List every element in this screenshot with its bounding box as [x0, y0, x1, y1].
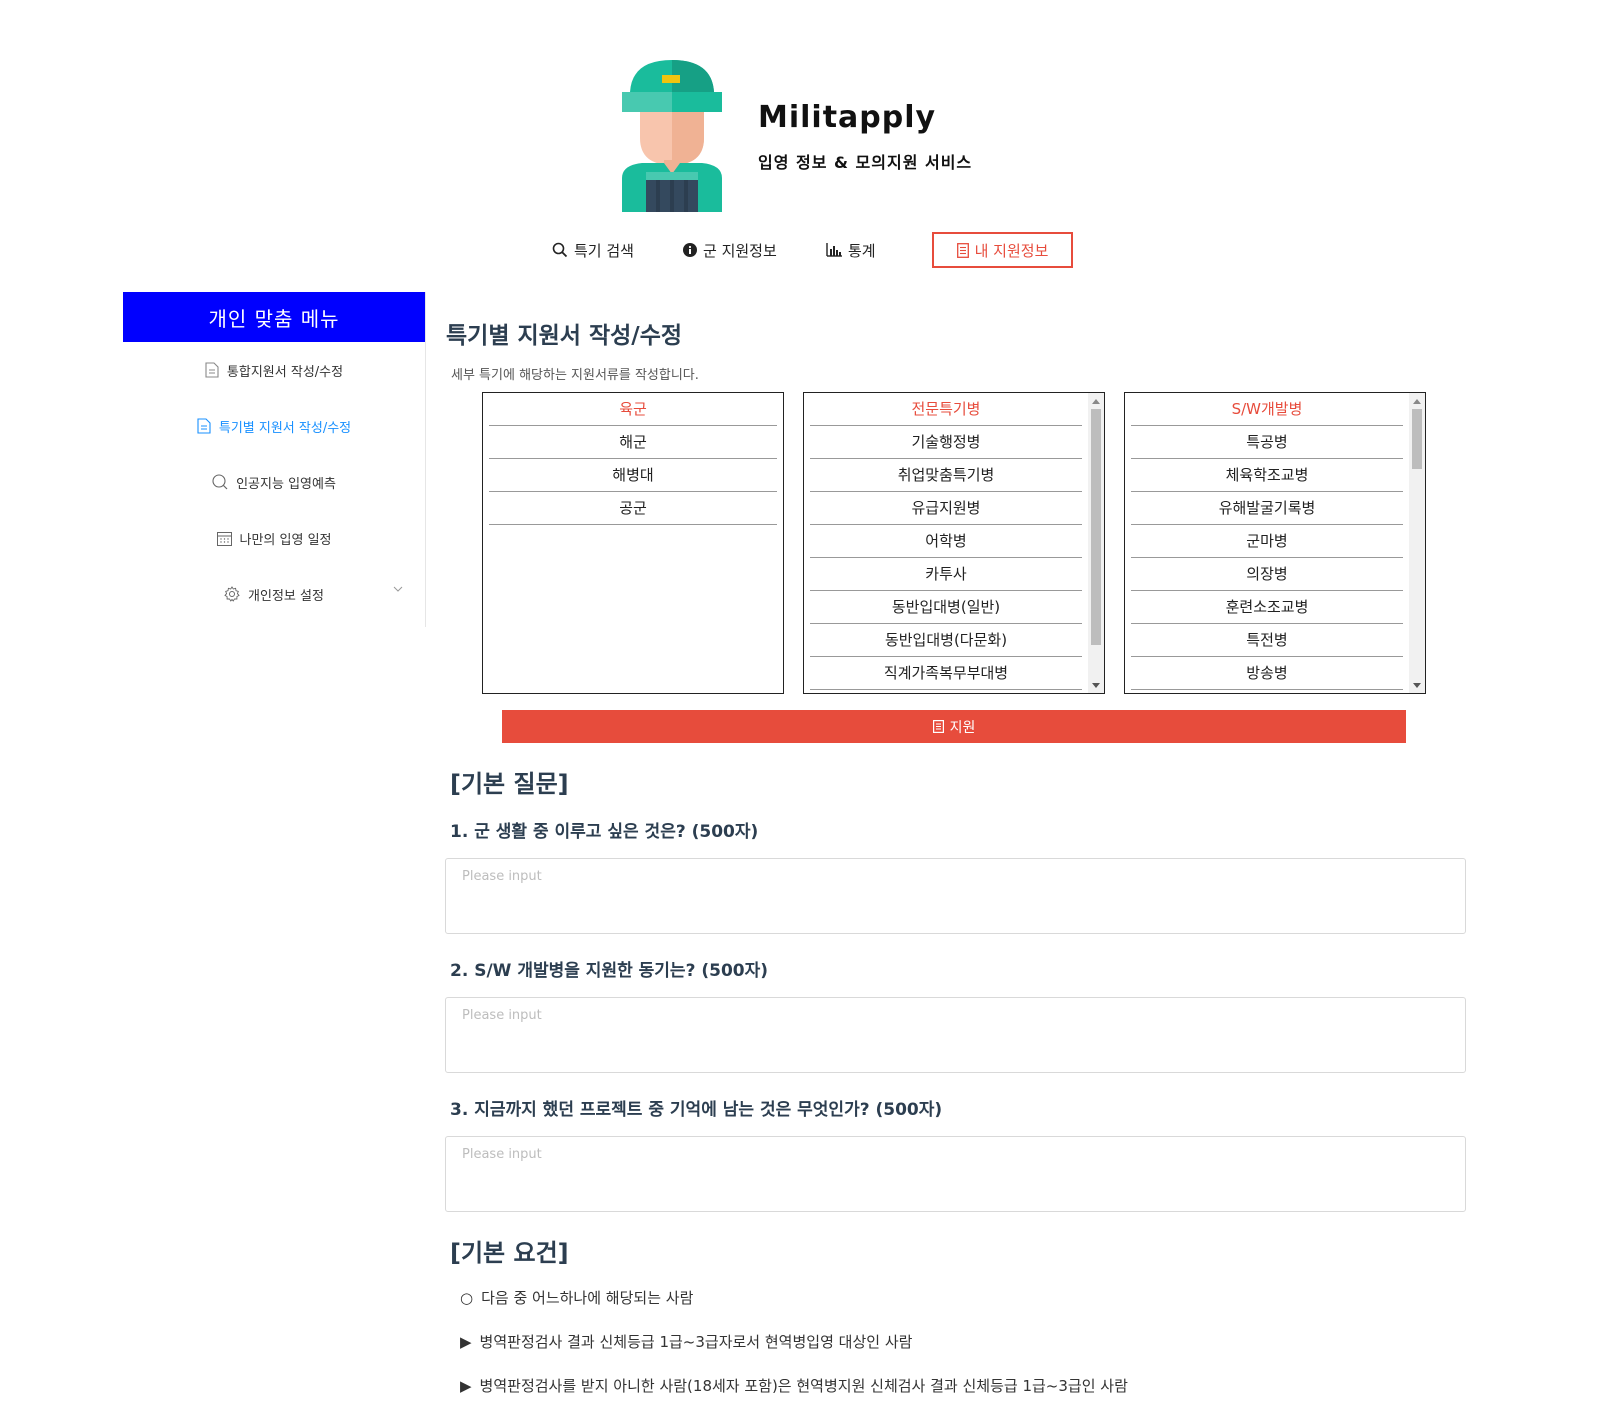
gear-icon — [224, 586, 240, 602]
sidebar-item-integrated-application[interactable]: 통합지원서 작성/수정 — [123, 342, 425, 398]
specialty-option[interactable]: S/W개발병 — [1131, 393, 1403, 426]
branch-option[interactable]: 공군 — [489, 492, 777, 525]
nav-label: 통계 — [848, 241, 876, 260]
brand: Militapply 입영 정보 & 모의지원 서비스 — [758, 100, 972, 173]
question-label: 1. 군 생활 중 이루고 싶은 것은? (500자) — [450, 822, 759, 842]
soldier-logo-icon — [622, 60, 722, 212]
sidebar-header: 개인 맞춤 메뉴 — [123, 292, 425, 342]
page-description: 세부 특기에 해당하는 지원서류를 작성합니다. — [451, 368, 699, 383]
category-option[interactable]: 동반입대병(다문화) — [810, 624, 1082, 657]
specialty-option[interactable]: 훈련소조교병 — [1131, 591, 1403, 624]
apply-button[interactable]: 지원 — [502, 710, 1406, 743]
document-icon — [932, 720, 944, 733]
nav-military-info[interactable]: 군 지원정보 — [683, 232, 777, 268]
category-scrollbar[interactable] — [1088, 393, 1104, 693]
specialty-option[interactable]: 군마병 — [1131, 525, 1403, 558]
chevron-down-icon — [393, 586, 403, 592]
brand-subtitle: 입영 정보 & 모의지원 서비스 — [758, 153, 973, 172]
nav-label: 군 지원정보 — [703, 241, 777, 260]
calendar-icon — [216, 531, 232, 546]
scroll-down-arrow-icon[interactable] — [1409, 677, 1425, 693]
scroll-up-arrow-icon[interactable] — [1088, 393, 1104, 409]
requirement-item: ▶ 병역판정검사 결과 신체등급 1급~3급자로서 현역병입영 대상인 사람 — [460, 1331, 912, 1352]
category-option[interactable]: 동반입대병(일반) — [810, 591, 1082, 624]
sidebar-item-my-schedule[interactable]: 나만의 입영 일정 — [123, 510, 425, 566]
requirements-title: [기본 요건] — [450, 1239, 569, 1267]
requirement-text: 병역판정검사 결과 신체등급 1급~3급자로서 현역병입영 대상인 사람 — [479, 1333, 913, 1351]
nav-my-application[interactable]: 내 지원정보 — [932, 232, 1073, 268]
answer-input-2[interactable] — [445, 997, 1466, 1073]
scroll-down-arrow-icon[interactable] — [1088, 677, 1104, 693]
file-icon — [197, 418, 211, 434]
sidebar-item-ai-prediction[interactable]: 인공지능 입영예측 — [123, 454, 425, 510]
nav-label: 특기 검색 — [574, 241, 634, 260]
category-option[interactable]: 취업맞춤특기병 — [810, 459, 1082, 492]
scroll-up-arrow-icon[interactable] — [1409, 393, 1425, 409]
sidebar-item-label: 인공지능 입영예측 — [236, 476, 336, 492]
search-icon — [552, 242, 568, 258]
category-option[interactable]: 기술행정병 — [810, 426, 1082, 459]
nav-specialty-search[interactable]: 특기 검색 — [552, 232, 634, 268]
sidebar-item-profile-settings[interactable]: 개인정보 설정 — [123, 566, 425, 622]
category-option[interactable]: 직계가족복무부대병 — [810, 657, 1082, 690]
category-option[interactable]: 카투사 — [810, 558, 1082, 591]
bar-chart-icon — [826, 243, 842, 257]
specialty-option[interactable]: 의장병 — [1131, 558, 1403, 591]
sidebar-item-label: 나만의 입영 일정 — [239, 532, 332, 548]
requirement-item: ○ 다음 중 어느하나에 해당되는 사람 — [460, 1287, 693, 1308]
sidebar-item-label: 개인정보 설정 — [248, 588, 324, 604]
brand-name: Militapply — [758, 100, 937, 135]
bullet: ▶ — [460, 1376, 472, 1395]
specialty-scrollbar[interactable] — [1409, 393, 1425, 693]
nav-label: 내 지원정보 — [974, 241, 1049, 260]
logo-avatar — [622, 60, 722, 212]
branch-option[interactable]: 해병대 — [489, 459, 777, 492]
answer-input-3[interactable] — [445, 1136, 1466, 1212]
requirement-item: ▶ 병역판정검사를 받지 아니한 사람(18세자 포함)은 현역병지원 신체검사… — [460, 1375, 1128, 1396]
specialty-option[interactable]: 특전병 — [1131, 624, 1403, 657]
sidebar: 개인 맞춤 메뉴 통합지원서 작성/수정 특기별 지원서 작성/수정 인공지능 … — [123, 292, 426, 627]
specialty-option[interactable]: 체육학조교병 — [1131, 459, 1403, 492]
question-label: 3. 지금까지 했던 프로젝트 중 기억에 남는 것은 무엇인가? (500자) — [450, 1100, 943, 1120]
file-icon — [205, 362, 219, 378]
nav-statistics[interactable]: 통계 — [826, 232, 876, 268]
scroll-thumb[interactable] — [1091, 409, 1101, 645]
question-label: 2. S/W 개발병을 지원한 동기는? (500자) — [450, 961, 769, 981]
category-option[interactable]: 전문특기병 — [810, 393, 1082, 426]
specialty-option[interactable]: 유해발굴기록병 — [1131, 492, 1403, 525]
apply-button-label: 지원 — [949, 719, 976, 736]
branch-option[interactable]: 육군 — [489, 393, 777, 426]
sidebar-item-specialty-application[interactable]: 특기별 지원서 작성/수정 — [123, 398, 425, 454]
requirement-text: 병역판정검사를 받지 아니한 사람(18세자 포함)은 현역병지원 신체검사 결… — [479, 1377, 1128, 1395]
branch-select-list[interactable]: 육군 해군 해병대 공군 — [482, 392, 784, 694]
specialty-option[interactable]: 특공병 — [1131, 426, 1403, 459]
specialty-option[interactable]: 방송병 — [1131, 657, 1403, 690]
sidebar-item-label: 통합지원서 작성/수정 — [226, 364, 344, 380]
basic-questions-title: [기본 질문] — [450, 770, 569, 798]
scroll-thumb[interactable] — [1412, 409, 1422, 469]
top-navigation: 특기 검색 군 지원정보 통계 내 지원정보 — [0, 232, 1600, 268]
bullet: ▶ — [460, 1332, 472, 1351]
specialty-select-list[interactable]: S/W개발병 특공병 체육학조교병 유해발굴기록병 군마병 의장병 훈련소조교병… — [1124, 392, 1426, 694]
category-option[interactable]: 어학병 — [810, 525, 1082, 558]
branch-option[interactable]: 해군 — [489, 426, 777, 459]
sidebar-item-label: 특기별 지원서 작성/수정 — [218, 420, 352, 436]
answer-input-1[interactable] — [445, 858, 1466, 934]
document-icon — [956, 242, 969, 258]
bullet: ○ — [460, 1288, 474, 1307]
info-icon — [683, 243, 697, 257]
page-title: 특기별 지원서 작성/수정 — [446, 323, 683, 349]
category-select-list[interactable]: 전문특기병 기술행정병 취업맞춤특기병 유급지원병 어학병 카투사 동반입대병(… — [803, 392, 1105, 694]
search-icon — [212, 474, 228, 490]
requirement-text: 다음 중 어느하나에 해당되는 사람 — [481, 1289, 694, 1307]
category-option[interactable]: 유급지원병 — [810, 492, 1082, 525]
